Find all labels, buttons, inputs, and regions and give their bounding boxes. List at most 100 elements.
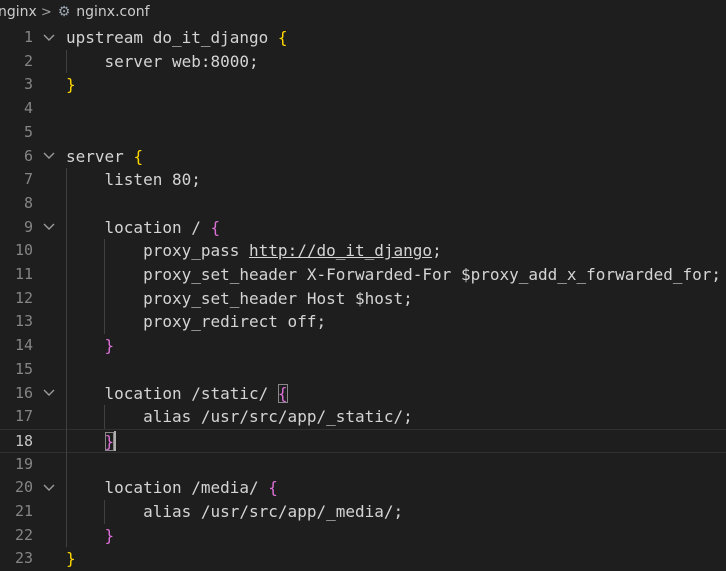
code-text: proxy_set_header Host $host; <box>66 287 413 311</box>
code-text: server web:8000; <box>66 50 259 74</box>
code-token: server <box>66 146 134 166</box>
code-text: proxy_set_header X-Forwarded-For $proxy_… <box>66 263 721 287</box>
code-line[interactable]: 1 upstream do_it_django { <box>0 26 726 50</box>
line-number: 12 <box>14 288 33 307</box>
code-token: http://do_it_django <box>249 241 433 261</box>
code-line[interactable]: 12 proxy_set_header Host $host; <box>0 287 726 311</box>
code-token: { <box>210 217 221 237</box>
line-number: 16 <box>14 383 33 402</box>
line-number: 17 <box>14 407 33 426</box>
chevron-down-icon[interactable] <box>42 26 56 50</box>
code-text: location /media/ { <box>66 476 278 500</box>
code-token: listen 80; <box>66 170 201 190</box>
line-number: 5 <box>23 122 33 141</box>
code-line[interactable]: 23} <box>0 547 726 571</box>
code-line[interactable]: 8 <box>0 192 726 216</box>
chevron-down-icon[interactable] <box>42 216 56 240</box>
line-number: 9 <box>23 217 33 236</box>
code-token: } <box>66 549 76 569</box>
code-line[interactable]: 20 location /media/ { <box>0 476 726 500</box>
line-number: 15 <box>14 359 33 378</box>
breadcrumb-folder[interactable]: nginx <box>0 4 37 20</box>
code-token: location /media/ <box>66 478 269 498</box>
code-text: } <box>66 334 115 358</box>
code-token: proxy_pass <box>66 241 250 261</box>
indent-guide <box>66 168 67 548</box>
code-token: proxy_set_header Host $host; <box>66 288 413 308</box>
code-token: location / <box>66 217 211 237</box>
code-line[interactable]: 14 } <box>0 334 726 358</box>
code-text: proxy_pass http://do_it_django; <box>66 239 442 263</box>
line-number: 23 <box>14 549 33 568</box>
line-number: 4 <box>23 99 33 118</box>
code-text: listen 80; <box>66 168 201 192</box>
code-token: location /static/ <box>66 383 278 403</box>
code-editor[interactable]: 1 upstream do_it_django {2 server web:800… <box>0 26 726 568</box>
code-text: location / { <box>66 216 221 240</box>
code-text: } <box>66 73 76 97</box>
gear-icon: ⚙ <box>57 4 71 20</box>
code-line[interactable]: 11 proxy_set_header X-Forwarded-For $pro… <box>0 263 726 287</box>
code-text: location /static/ { <box>66 382 288 406</box>
line-number: 14 <box>14 336 33 355</box>
breadcrumb: nginx > ⚙ nginx.conf <box>0 0 726 24</box>
text-cursor <box>114 430 116 451</box>
line-number: 20 <box>14 478 33 497</box>
line-number: 3 <box>23 75 33 94</box>
breadcrumb-separator: > <box>40 4 52 20</box>
code-token: proxy_set_header X-Forwarded-For $proxy_… <box>66 265 722 284</box>
line-number: 1 <box>23 28 33 46</box>
code-line[interactable]: 5 <box>0 121 726 145</box>
code-text: alias /usr/src/app/_static/; <box>66 405 413 429</box>
indent-guide <box>104 405 106 429</box>
code-line[interactable]: 16 location /static/ { <box>0 382 726 406</box>
line-number: 2 <box>23 51 33 70</box>
code-token: { <box>133 146 144 166</box>
code-line[interactable]: 4 <box>0 97 726 121</box>
code-token: { <box>277 28 288 47</box>
code-line[interactable]: 13 proxy_redirect off; <box>0 310 726 334</box>
code-token: } <box>66 75 76 95</box>
code-line[interactable]: 9 location / { <box>0 216 726 240</box>
code-text: } <box>66 547 76 571</box>
code-token: server web:8000; <box>66 51 259 71</box>
code-token: } <box>104 336 115 356</box>
indent-guide <box>66 49 67 74</box>
code-line[interactable]: 17 alias /usr/src/app/_static/; <box>0 405 726 429</box>
code-token: } <box>104 525 115 545</box>
line-number: 22 <box>14 525 33 544</box>
line-number: 10 <box>14 241 33 260</box>
code-token: } <box>104 431 115 451</box>
line-number: 18 <box>14 431 33 450</box>
code-token: { <box>277 383 288 403</box>
code-line[interactable]: 10 proxy_pass http://do_it_django; <box>0 239 726 263</box>
code-line[interactable]: 18 } <box>0 428 726 453</box>
code-text: server { <box>66 145 143 169</box>
code-token: alias /usr/src/app/_static/; <box>66 407 413 427</box>
line-number: 21 <box>14 502 33 520</box>
chevron-down-icon[interactable] <box>42 382 56 406</box>
code-line[interactable]: 7 listen 80; <box>0 168 726 192</box>
line-number: 8 <box>23 193 33 212</box>
line-number: 11 <box>14 265 33 283</box>
code-line[interactable]: 3} <box>0 73 726 97</box>
code-line[interactable]: 6 server { <box>0 145 726 169</box>
code-line[interactable]: 15 <box>0 358 726 382</box>
code-text: upstream do_it_django { <box>66 26 288 50</box>
code-line[interactable]: 2 server web:8000; <box>0 50 726 74</box>
breadcrumb-file[interactable]: nginx.conf <box>76 4 149 20</box>
chevron-down-icon[interactable] <box>42 145 56 169</box>
indent-guide <box>104 500 106 524</box>
code-line[interactable]: 22 } <box>0 524 726 548</box>
code-token: { <box>268 478 278 498</box>
line-number: 19 <box>14 454 33 473</box>
code-line[interactable]: 19 <box>0 453 726 477</box>
code-line[interactable]: 21 alias /usr/src/app/_media/; <box>0 500 726 524</box>
chevron-down-icon[interactable] <box>42 476 56 500</box>
code-token: ; <box>432 241 442 261</box>
line-number: 13 <box>14 312 33 331</box>
code-token: alias /usr/src/app/_media/; <box>66 502 404 521</box>
